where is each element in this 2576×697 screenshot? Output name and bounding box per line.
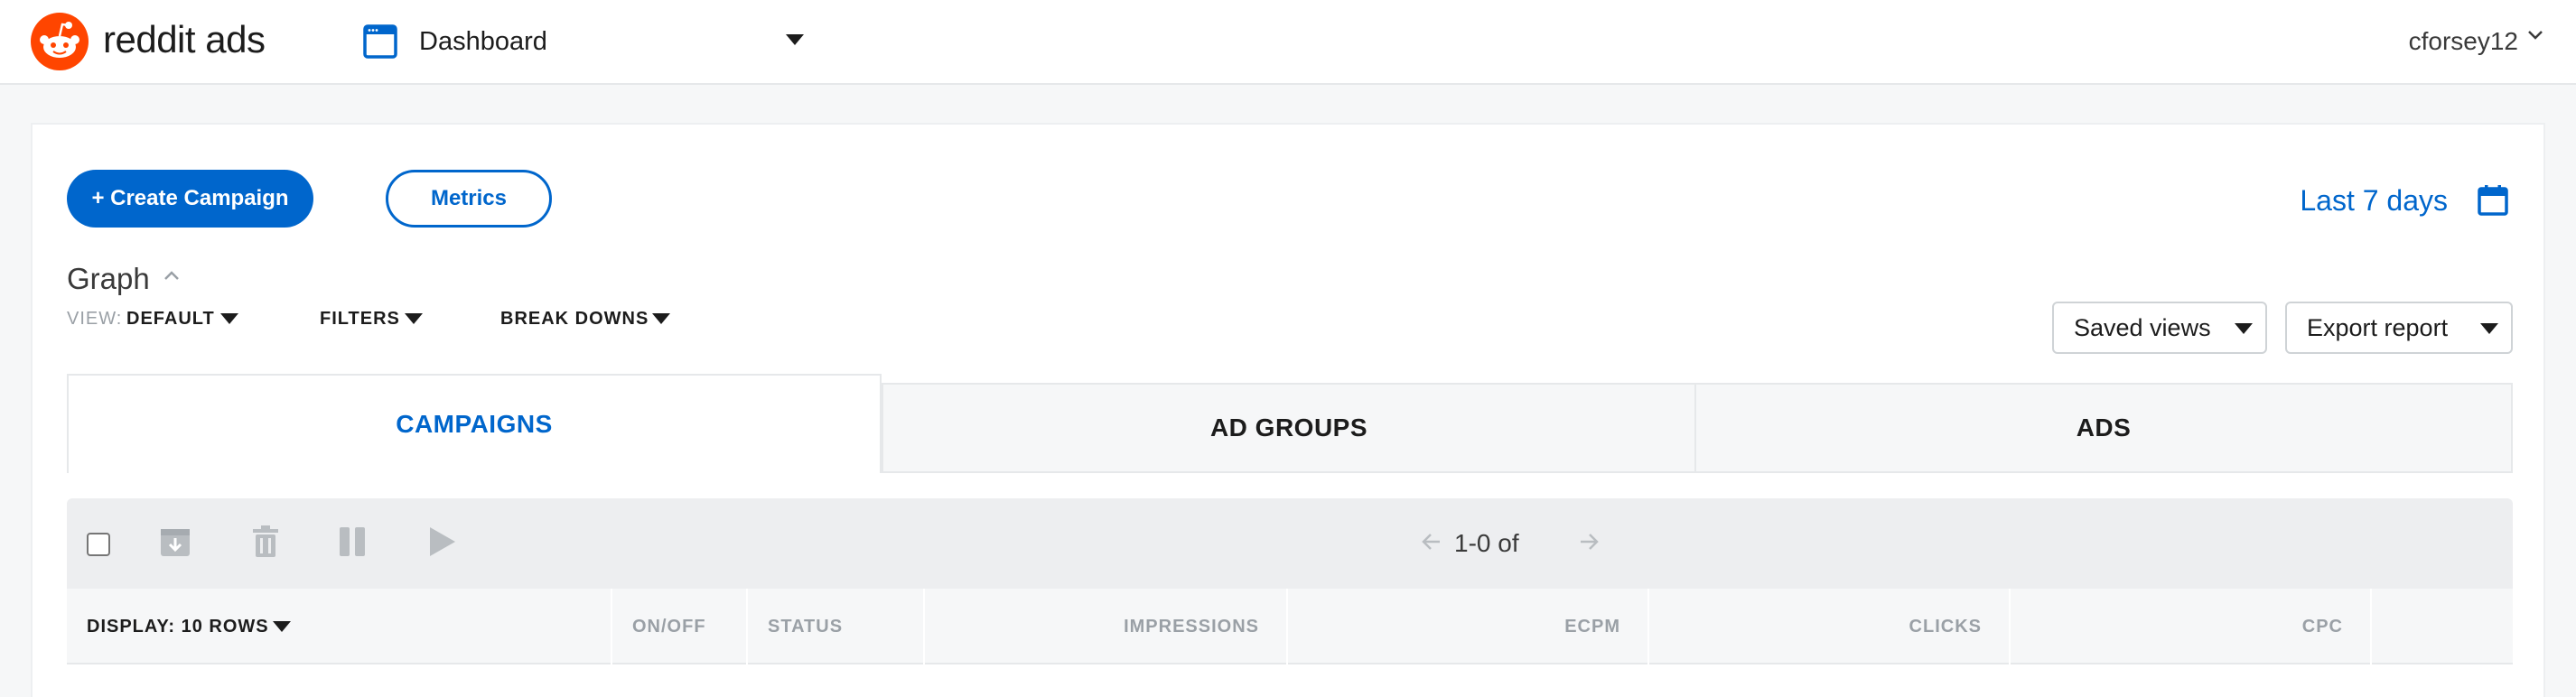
- tab-campaigns[interactable]: CAMPAIGNS: [67, 374, 882, 473]
- caret-down-icon: [405, 313, 423, 324]
- bulk-action-toolbar: 1-0 of: [67, 498, 2513, 589]
- next-page-arrow-icon[interactable]: [1579, 531, 1599, 557]
- caret-down-icon: [2235, 323, 2253, 334]
- chevron-up-icon[interactable]: [163, 269, 181, 286]
- reporting-card: + Create Campaign Metrics Last 7 days Gr…: [31, 123, 2545, 697]
- caret-down-icon: [2480, 323, 2498, 334]
- section-selector-label[interactable]: Dashboard: [419, 27, 547, 57]
- account-menu[interactable]: cforsey12: [2409, 27, 2518, 56]
- previous-page-arrow-icon[interactable]: [1422, 531, 1442, 557]
- reddit-logo-icon[interactable]: [31, 13, 89, 70]
- saved-views-label: Saved views: [2074, 313, 2211, 341]
- rows-per-page-label: DISPLAY: 10 ROWS: [87, 616, 269, 637]
- view-key-label: VIEW:: [67, 309, 123, 329]
- tab-ads[interactable]: ADS: [1696, 383, 2513, 473]
- saved-views-dropdown[interactable]: Saved views: [2052, 302, 2267, 354]
- table-header: DISPLAY: 10 ROWS ON/OFF STATUS IMPRESSIO…: [67, 589, 2513, 664]
- caret-down-icon: [652, 313, 670, 324]
- column-header-ecpm[interactable]: ECPM: [1288, 589, 1649, 664]
- select-all-checkbox[interactable]: [87, 533, 110, 556]
- column-header-on-off[interactable]: ON/OFF: [612, 589, 748, 664]
- export-report-label: Export report: [2307, 313, 2449, 341]
- export-report-dropdown[interactable]: Export report: [2285, 302, 2513, 354]
- graph-toggle-title[interactable]: Graph: [67, 262, 150, 296]
- column-header-cpc[interactable]: CPC: [2011, 589, 2372, 664]
- create-campaign-button[interactable]: + Create Campaign: [67, 170, 313, 228]
- pause-icon[interactable]: [338, 525, 367, 562]
- breakdowns-dropdown[interactable]: BREAK DOWNS: [500, 309, 670, 330]
- archive-icon[interactable]: [159, 525, 191, 562]
- delete-trash-icon[interactable]: [251, 525, 280, 562]
- top-bar: reddit ads Dashboard cforsey12: [0, 0, 2576, 85]
- dashboard-window-icon: [363, 24, 397, 59]
- brand-name[interactable]: reddit ads: [103, 18, 266, 61]
- breakdowns-label: BREAK DOWNS: [500, 309, 649, 329]
- column-header-impressions[interactable]: IMPRESSIONS: [925, 589, 1288, 664]
- tab-ad-groups[interactable]: AD GROUPS: [882, 383, 1696, 473]
- chevron-down-icon[interactable]: [2527, 29, 2543, 46]
- column-header-clicks[interactable]: CLICKS: [1649, 589, 2011, 664]
- caret-down-icon[interactable]: [220, 313, 238, 324]
- filters-label: FILTERS: [320, 309, 400, 329]
- pagination-status: 1-0 of: [1454, 529, 1519, 557]
- filters-dropdown[interactable]: FILTERS: [320, 309, 423, 330]
- calendar-icon[interactable]: [2477, 184, 2509, 221]
- metrics-button[interactable]: Metrics: [386, 170, 552, 228]
- rows-per-page-dropdown[interactable]: DISPLAY: 10 ROWS: [67, 589, 612, 664]
- date-range-picker[interactable]: Last 7 days: [2300, 184, 2448, 218]
- caret-down-icon: [273, 621, 291, 632]
- play-icon[interactable]: [426, 525, 457, 562]
- section-dropdown-caret-icon[interactable]: [786, 34, 804, 45]
- view-value-label[interactable]: DEFAULT: [126, 309, 215, 330]
- column-header-status[interactable]: STATUS: [748, 589, 925, 664]
